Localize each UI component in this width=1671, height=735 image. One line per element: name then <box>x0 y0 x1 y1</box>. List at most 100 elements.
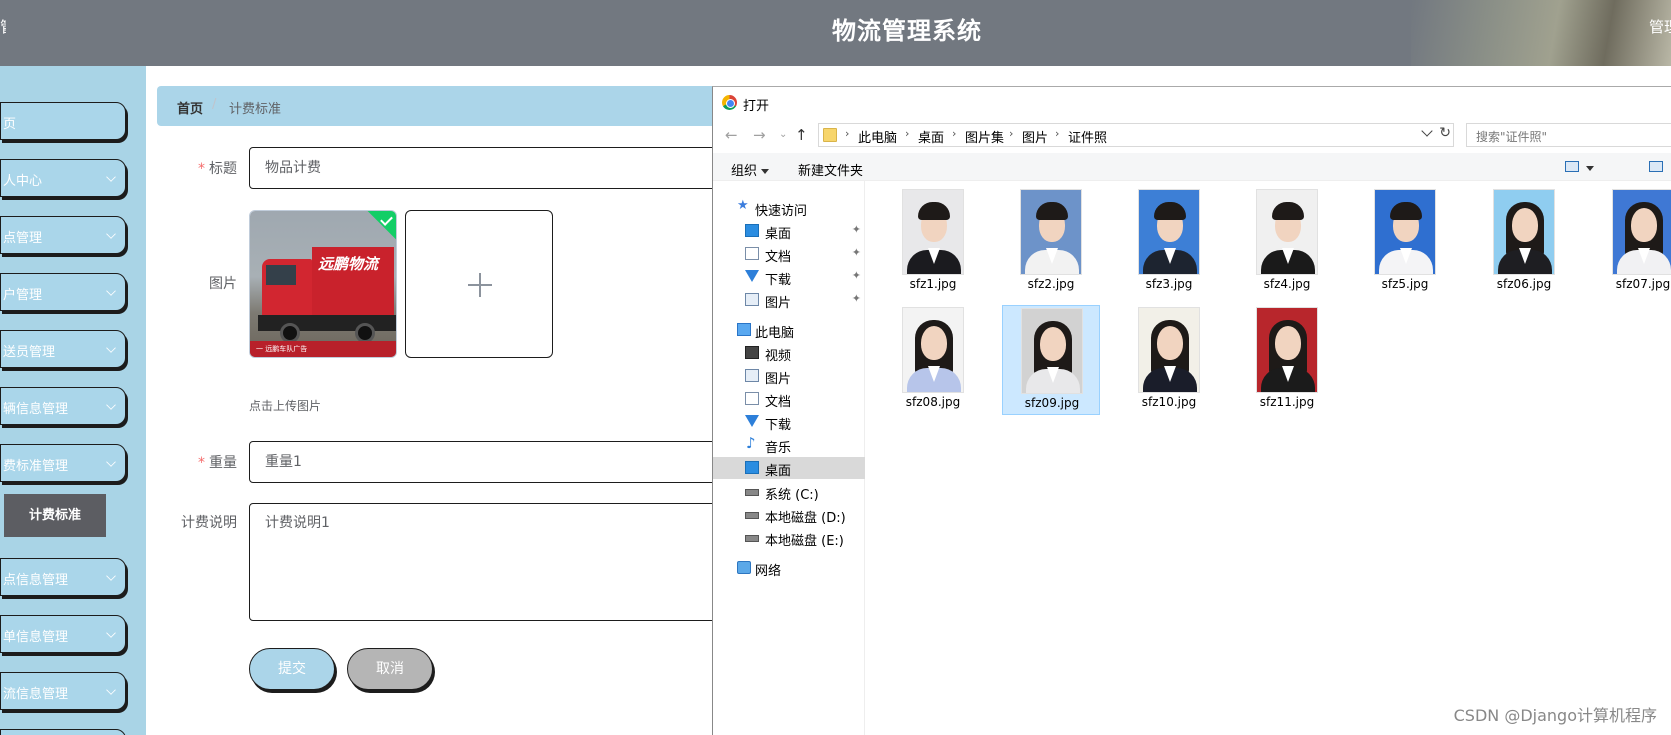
sidebar-item-more[interactable] <box>0 729 126 735</box>
nav-item-music[interactable]: ♪ 音乐 <box>713 434 865 456</box>
address-segment[interactable]: 证件照 <box>1068 127 1107 146</box>
nav-item-drive-e[interactable]: 本地磁盘 (E:) <box>713 527 865 549</box>
sidebar-item-vehicle-management[interactable]: 辆信息管理 <box>0 387 126 425</box>
video-icon <box>745 346 759 359</box>
refresh-icon[interactable]: ↻ <box>1439 125 1451 141</box>
submit-button[interactable]: 提交 <box>249 648 335 690</box>
nav-item-documents-pinned[interactable]: 文档 ✦ <box>713 243 865 265</box>
nav-item-quick-access[interactable]: ★ 快速访问 <box>713 197 865 219</box>
breadcrumb-home-link[interactable]: 首页 <box>177 98 203 117</box>
recent-locations-icon[interactable]: ⌄ <box>779 129 787 140</box>
pictures-icon <box>745 369 759 382</box>
forward-arrow-icon[interactable]: → <box>753 126 766 144</box>
file-item[interactable]: sfz09.jpg <box>1002 305 1100 415</box>
address-bar[interactable]: › 此电脑 › 桌面 › 图片集 › 图片 › 证件照 ↻ <box>818 123 1454 147</box>
title-label: * 标题 <box>198 161 237 177</box>
portrait-face <box>1040 327 1066 361</box>
sidebar-item-label: 页 <box>3 117 17 132</box>
chevron-down-icon <box>106 172 116 182</box>
file-item[interactable]: sfz08.jpg <box>884 305 982 415</box>
file-name: sfz06.jpg <box>1496 277 1552 291</box>
sidebar-item-label: 点管理 <box>3 231 43 246</box>
sidebar-item-logistics-management[interactable]: 流信息管理 <box>0 672 126 710</box>
dialog-titlebar[interactable]: 打开 <box>713 87 1671 117</box>
sidebar-item-billing-management[interactable]: 费标准管理 <box>0 444 126 482</box>
organize-menu[interactable]: 组织 <box>731 160 770 179</box>
sidebar-item-personal-center[interactable]: 人中心 <box>0 159 126 197</box>
dialog-navigation-bar: ← → ⌄ ↑ › 此电脑 › 桌面 › 图片集 › 图片 › 证件照 ↻ 搜索… <box>713 117 1671 153</box>
new-folder-button[interactable]: 新建文件夹 <box>798 160 863 179</box>
desktop-icon <box>745 461 759 474</box>
file-item[interactable]: sfz1.jpg <box>884 187 982 297</box>
title-input[interactable]: 物品计费 <box>249 147 724 189</box>
header-user-menu[interactable]: 管理 <box>1649 16 1671 37</box>
photo-thumbnail <box>1493 189 1555 275</box>
breadcrumb: 首页 / 计费标准 <box>157 86 717 126</box>
portrait-hair <box>1154 202 1186 220</box>
file-name: sfz2.jpg <box>1027 277 1075 291</box>
caret-down-icon[interactable] <box>1586 166 1594 171</box>
nav-item-network[interactable]: 网络 <box>713 557 865 579</box>
file-name: sfz1.jpg <box>909 277 957 291</box>
file-item[interactable]: sfz10.jpg <box>1120 305 1218 415</box>
chevron-down-icon[interactable] <box>1421 125 1433 137</box>
nav-item-pictures[interactable]: 图片 <box>713 365 865 387</box>
nav-item-desktop[interactable]: 桌面 <box>713 457 865 479</box>
address-segment[interactable]: 图片集 <box>965 127 1004 146</box>
sidebar-item-order-management[interactable]: 单信息管理 <box>0 615 126 653</box>
sidebar-item-courier-management[interactable]: 送员管理 <box>0 330 126 368</box>
nav-item-downloads[interactable]: 下载 <box>713 411 865 433</box>
portrait-face <box>921 326 947 360</box>
file-item[interactable]: sfz2.jpg <box>1002 187 1100 297</box>
nav-item-desktop-pinned[interactable]: 桌面 ✦ <box>713 220 865 242</box>
truck-banner: 一 远鹏车队广告 <box>250 341 396 357</box>
nav-item-videos[interactable]: 视频 <box>713 342 865 364</box>
breadcrumb-chevron-icon: › <box>905 127 910 140</box>
nav-item-pictures-pinned[interactable]: 图片 ✦ <box>713 289 865 311</box>
nav-item-drive-c[interactable]: 系统 (C:) <box>713 481 865 503</box>
photo-thumbnail <box>1138 189 1200 275</box>
preview-pane-icon[interactable] <box>1649 161 1663 172</box>
watermark: CSDN @Django计算机程序 <box>1453 706 1657 725</box>
file-name: sfz10.jpg <box>1141 395 1197 409</box>
address-segment[interactable]: 桌面 <box>918 127 944 146</box>
chevron-down-icon <box>106 400 116 410</box>
weight-input[interactable]: 重量1 <box>249 441 724 483</box>
sidebar-subitem-billing-standard[interactable]: 计费标准 <box>4 494 106 537</box>
plus-icon <box>479 273 481 297</box>
address-segment[interactable]: 此电脑 <box>858 127 897 146</box>
back-arrow-icon[interactable]: ← <box>725 126 738 144</box>
file-item[interactable]: sfz07.jpg <box>1594 187 1671 297</box>
upload-image-button[interactable] <box>405 210 553 358</box>
sidebar-item-outlet-management[interactable]: 点管理 <box>0 216 126 254</box>
file-item[interactable]: sfz11.jpg <box>1238 305 1336 415</box>
search-input[interactable]: 搜索"证件照" <box>1466 123 1671 147</box>
description-textarea[interactable]: 计费说明1 <box>249 503 724 621</box>
nav-item-documents[interactable]: 文档 <box>713 388 865 410</box>
sidebar-item-outlet-info-management[interactable]: 点信息管理 <box>0 558 126 596</box>
truck-wheel <box>280 323 300 343</box>
portrait-hair <box>918 202 950 220</box>
file-open-dialog: 打开 ← → ⌄ ↑ › 此电脑 › 桌面 › 图片集 › 图片 › 证件照 ↻… <box>712 86 1671 735</box>
up-arrow-icon[interactable]: ↑ <box>795 126 808 144</box>
portrait-face <box>1275 326 1301 360</box>
view-options-icon[interactable] <box>1565 161 1579 172</box>
pin-icon: ✦ <box>851 246 861 259</box>
nav-item-downloads-pinned[interactable]: 下载 ✦ <box>713 266 865 288</box>
portrait-hair <box>1272 202 1304 220</box>
file-item[interactable]: sfz4.jpg <box>1238 187 1336 297</box>
sidebar-item-home[interactable]: 页 <box>0 102 126 140</box>
nav-item-drive-d[interactable]: 本地磁盘 (D:) <box>713 504 865 526</box>
nav-item-this-pc[interactable]: 此电脑 <box>713 319 865 341</box>
sidebar-item-user-management[interactable]: 户管理 <box>0 273 126 311</box>
cancel-button[interactable]: 取消 <box>347 648 433 690</box>
file-name: sfz11.jpg <box>1259 395 1315 409</box>
file-item[interactable]: sfz06.jpg <box>1475 187 1573 297</box>
address-segment[interactable]: 图片 <box>1022 127 1048 146</box>
uploaded-image-thumbnail[interactable]: 远鹏物流 一 远鹏车队广告 <box>249 210 397 358</box>
file-item[interactable]: sfz3.jpg <box>1120 187 1218 297</box>
breadcrumb-current: 计费标准 <box>229 102 282 117</box>
photo-thumbnail <box>1020 189 1082 275</box>
file-item[interactable]: sfz5.jpg <box>1356 187 1454 297</box>
breadcrumb-chevron-icon: › <box>845 127 850 140</box>
